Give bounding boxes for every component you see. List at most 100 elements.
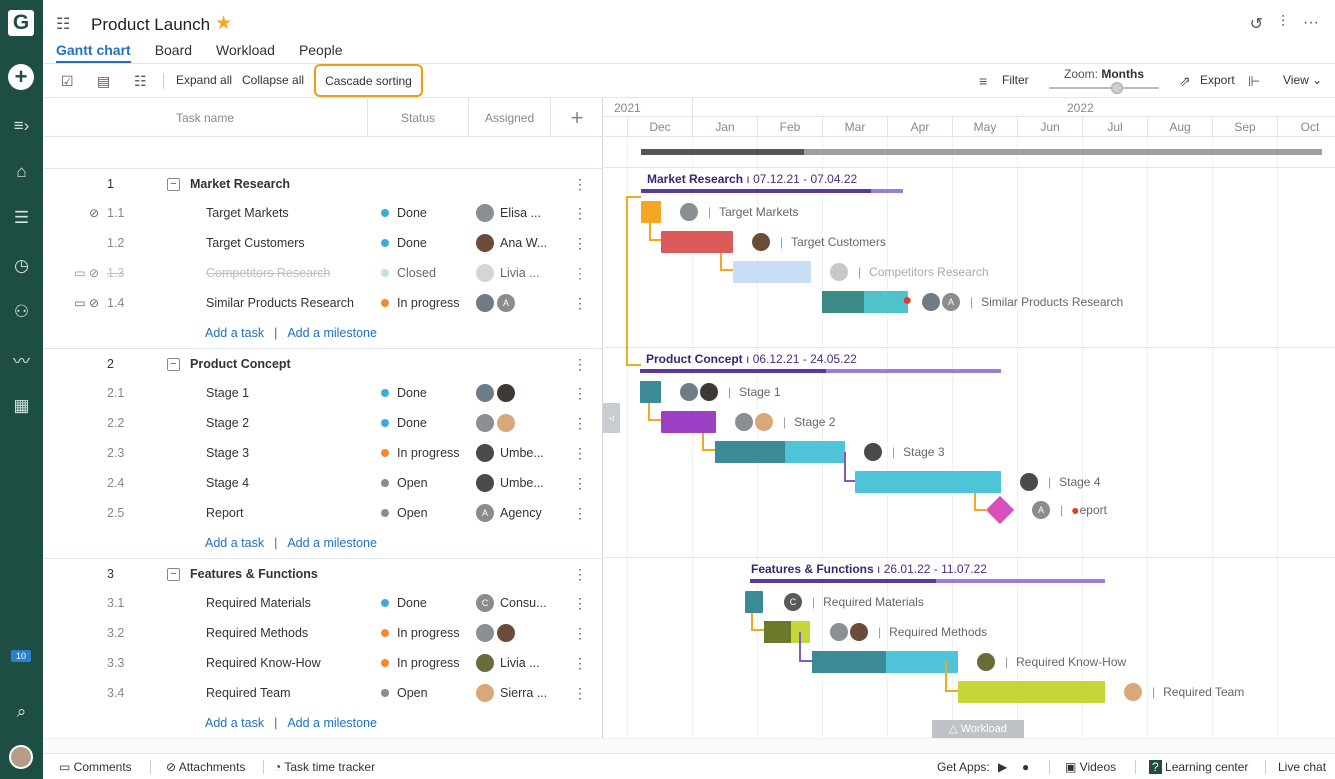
assigned-cell[interactable]: Ana W... xyxy=(476,228,551,258)
task-row[interactable]: 2.1 Stage 1 Done ⋮ xyxy=(43,378,602,408)
add-task-link[interactable]: Add a task xyxy=(205,536,264,550)
hierarchy-icon[interactable]: ☷ xyxy=(134,73,147,90)
task-bar-required-team[interactable] xyxy=(958,681,1105,703)
assigned-cell[interactable]: A Agency xyxy=(476,498,551,528)
row-menu-icon[interactable]: ⋮ xyxy=(573,505,587,522)
add-milestone-link[interactable]: Add a milestone xyxy=(287,326,377,340)
export-icon[interactable]: ⇗ xyxy=(1179,73,1191,90)
row-menu-icon[interactable]: ⋮ xyxy=(573,655,587,672)
baseline-icon[interactable]: ⊩ xyxy=(1248,73,1260,90)
task-name[interactable]: Stage 3 xyxy=(206,446,249,460)
collapse-project-icon[interactable]: − xyxy=(167,357,180,371)
project-title[interactable]: Product Launch xyxy=(91,15,210,35)
task-name[interactable]: Required Materials xyxy=(206,596,311,610)
filter-button[interactable]: Filter xyxy=(1002,73,1029,87)
project-bar-market-research[interactable] xyxy=(641,189,903,193)
task-name[interactable]: Stage 2 xyxy=(206,416,249,430)
task-row[interactable]: 2.3 Stage 3 In progress Umbe... ⋮ xyxy=(43,438,602,468)
status-cell[interactable]: In progress xyxy=(381,288,460,318)
people-icon[interactable]: ⚇ xyxy=(0,297,43,327)
settings-sliders-icon[interactable]: ⫶ xyxy=(1281,14,1285,34)
add-task-link[interactable]: Add a task xyxy=(205,716,264,730)
assigned-cell[interactable] xyxy=(476,618,551,648)
task-row[interactable]: ▭ ⊘ 1.4 Similar Products Research In pro… xyxy=(43,288,602,318)
task-name[interactable]: Required Methods xyxy=(206,626,308,640)
status-cell[interactable]: Open xyxy=(381,678,428,708)
task-row[interactable]: 3.2 Required Methods In progress ⋮ xyxy=(43,618,602,648)
tab-people[interactable]: People xyxy=(299,42,343,63)
list-icon[interactable]: ☰ xyxy=(0,203,43,233)
task-name[interactable]: Required Know-How xyxy=(206,656,321,670)
row-menu-icon[interactable]: ⋮ xyxy=(573,356,587,373)
cascade-sorting-button[interactable]: Cascade sorting xyxy=(314,64,423,97)
export-button[interactable]: Export xyxy=(1200,73,1235,87)
add-milestone-link[interactable]: Add a milestone xyxy=(287,536,377,550)
add-task-link[interactable]: Add a task xyxy=(205,326,264,340)
row-menu-icon[interactable]: ⋮ xyxy=(573,595,587,612)
assigned-cell[interactable]: C Consu... xyxy=(476,588,551,618)
task-row[interactable]: 2.2 Stage 2 Done ⋮ xyxy=(43,408,602,438)
row-menu-icon[interactable]: ⋮ xyxy=(573,205,587,222)
task-bar-stage-4[interactable] xyxy=(855,471,1001,493)
attachments-link[interactable]: ⊘ Attachments xyxy=(166,760,245,774)
task-attachment-icons[interactable]: ▭ ⊘ xyxy=(59,288,99,318)
videos-link[interactable]: ▣ Videos xyxy=(1065,760,1116,774)
collapse-project-icon[interactable]: − xyxy=(167,567,180,581)
project-row[interactable]: 2 − Product Concept ⋮ xyxy=(43,348,602,378)
task-name[interactable]: Report xyxy=(206,506,244,520)
task-row[interactable]: 3.3 Required Know-How In progress Livia … xyxy=(43,648,602,678)
project-name[interactable]: Market Research xyxy=(190,177,290,191)
view-dropdown[interactable]: View ⌄ xyxy=(1283,73,1322,87)
analytics-icon[interactable]: 〰 xyxy=(0,344,43,374)
task-row[interactable]: 2.5 Report Open A Agency ⋮ xyxy=(43,498,602,528)
assigned-cell[interactable]: Sierra ... xyxy=(476,678,551,708)
task-name[interactable]: Target Markets xyxy=(206,206,289,220)
more-icon[interactable]: ··· xyxy=(1303,14,1319,34)
row-menu-icon[interactable]: ⋮ xyxy=(573,265,587,282)
google-play-icon[interactable]: ▶ xyxy=(998,760,1007,774)
task-bar-required-know-how[interactable] xyxy=(812,651,958,673)
task-bar-stage-3[interactable] xyxy=(715,441,845,463)
project-row[interactable]: 3 − Features & Functions ⋮ xyxy=(43,558,602,588)
expand-menu-icon[interactable]: ≡› xyxy=(0,111,43,141)
task-name[interactable]: Stage 1 xyxy=(206,386,249,400)
create-new-button[interactable]: + xyxy=(8,64,34,90)
task-row[interactable]: ▭ ⊘ 1.3 Competitors Research Closed Livi… xyxy=(43,258,602,288)
assigned-cell[interactable]: Elisa ... xyxy=(476,198,551,228)
add-column-button[interactable]: + xyxy=(551,98,602,137)
task-bar-similar-products[interactable]: ● xyxy=(822,291,912,313)
assigned-cell[interactable]: Livia ... xyxy=(476,258,551,288)
row-menu-icon[interactable]: ⋮ xyxy=(573,295,587,312)
milestone-report-diamond[interactable] xyxy=(985,495,1015,525)
project-bar-features-functions[interactable] xyxy=(750,579,1105,583)
tab-workload[interactable]: Workload xyxy=(216,42,275,63)
assigned-cell[interactable] xyxy=(476,378,551,408)
task-name[interactable]: Required Team xyxy=(206,686,291,700)
assigned-cell[interactable]: A xyxy=(476,288,551,318)
task-attachment-icons[interactable]: ▭ ⊘ xyxy=(59,258,99,288)
status-cell[interactable]: Open xyxy=(381,468,428,498)
task-details-icon[interactable]: ▤ xyxy=(97,73,110,90)
row-menu-icon[interactable]: ⋮ xyxy=(573,566,587,583)
task-row[interactable]: ⊘ 1.1 Target Markets Done Elisa ... ⋮ xyxy=(43,198,602,228)
learning-center-link[interactable]: ? Learning center xyxy=(1149,760,1248,774)
status-cell[interactable]: In progress xyxy=(381,648,460,678)
row-menu-icon[interactable]: ⋮ xyxy=(573,415,587,432)
horizontal-scrollbar[interactable] xyxy=(43,738,1335,753)
task-bar-competitors-research[interactable] xyxy=(733,261,811,283)
zoom-slider[interactable] xyxy=(1049,87,1159,89)
task-name[interactable]: Competitors Research xyxy=(206,266,330,280)
status-cell[interactable]: Done xyxy=(381,408,427,438)
row-menu-icon[interactable]: ⋮ xyxy=(573,685,587,702)
tab-board[interactable]: Board xyxy=(155,42,192,63)
task-row[interactable]: 3.1 Required Materials Done C Consu... ⋮ xyxy=(43,588,602,618)
status-cell[interactable]: Open xyxy=(381,498,428,528)
project-name[interactable]: Features & Functions xyxy=(190,567,318,581)
task-bar-target-markets[interactable] xyxy=(641,201,661,223)
collapse-project-icon[interactable]: − xyxy=(167,177,180,191)
task-attachment-icons[interactable]: ⊘ xyxy=(59,198,99,228)
assigned-cell[interactable]: Umbe... xyxy=(476,468,551,498)
status-cell[interactable]: Done xyxy=(381,588,427,618)
row-menu-icon[interactable]: ⋮ xyxy=(573,385,587,402)
history-icon[interactable]: ↺ xyxy=(1250,14,1263,34)
